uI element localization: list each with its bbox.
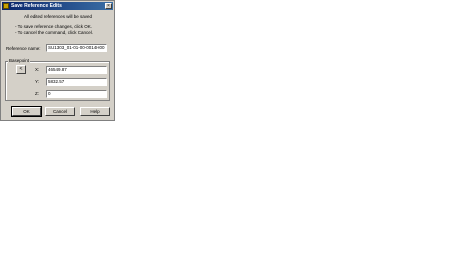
message-saved: All edited references will be saved xyxy=(24,14,93,19)
save-reference-edits-dialog: Save Reference Edits × All edited refere… xyxy=(0,0,115,121)
help-button[interactable]: Help xyxy=(80,107,110,116)
app-icon xyxy=(3,3,9,9)
y-label: Y: xyxy=(35,79,40,84)
cancel-button[interactable]: Cancel xyxy=(45,107,75,116)
basepoint-group-label: Basepoint xyxy=(8,58,31,63)
reference-name-field[interactable]: SU1303_01-01-00-0014H00 xyxy=(46,44,107,52)
y-coordinate-field[interactable]: 5832.57 xyxy=(46,78,107,86)
dialog-title: Save Reference Edits xyxy=(11,3,62,9)
reference-name-label: Reference name: xyxy=(6,46,41,51)
z-label: Z: xyxy=(35,91,39,96)
message-ok-hint: - To save reference changes, click OK. xyxy=(15,24,92,29)
message-cancel-hint: - To cancel the command, click Cancel. xyxy=(15,30,93,35)
x-label: X: xyxy=(35,67,40,72)
x-coordinate-field[interactable]: 46549.87 xyxy=(46,66,107,74)
pick-point-button[interactable]: < xyxy=(16,65,26,74)
z-coordinate-field[interactable]: 0 xyxy=(46,90,107,98)
close-button[interactable]: × xyxy=(105,3,112,9)
title-bar[interactable]: Save Reference Edits × xyxy=(2,2,113,10)
ok-button[interactable]: OK xyxy=(11,106,42,117)
